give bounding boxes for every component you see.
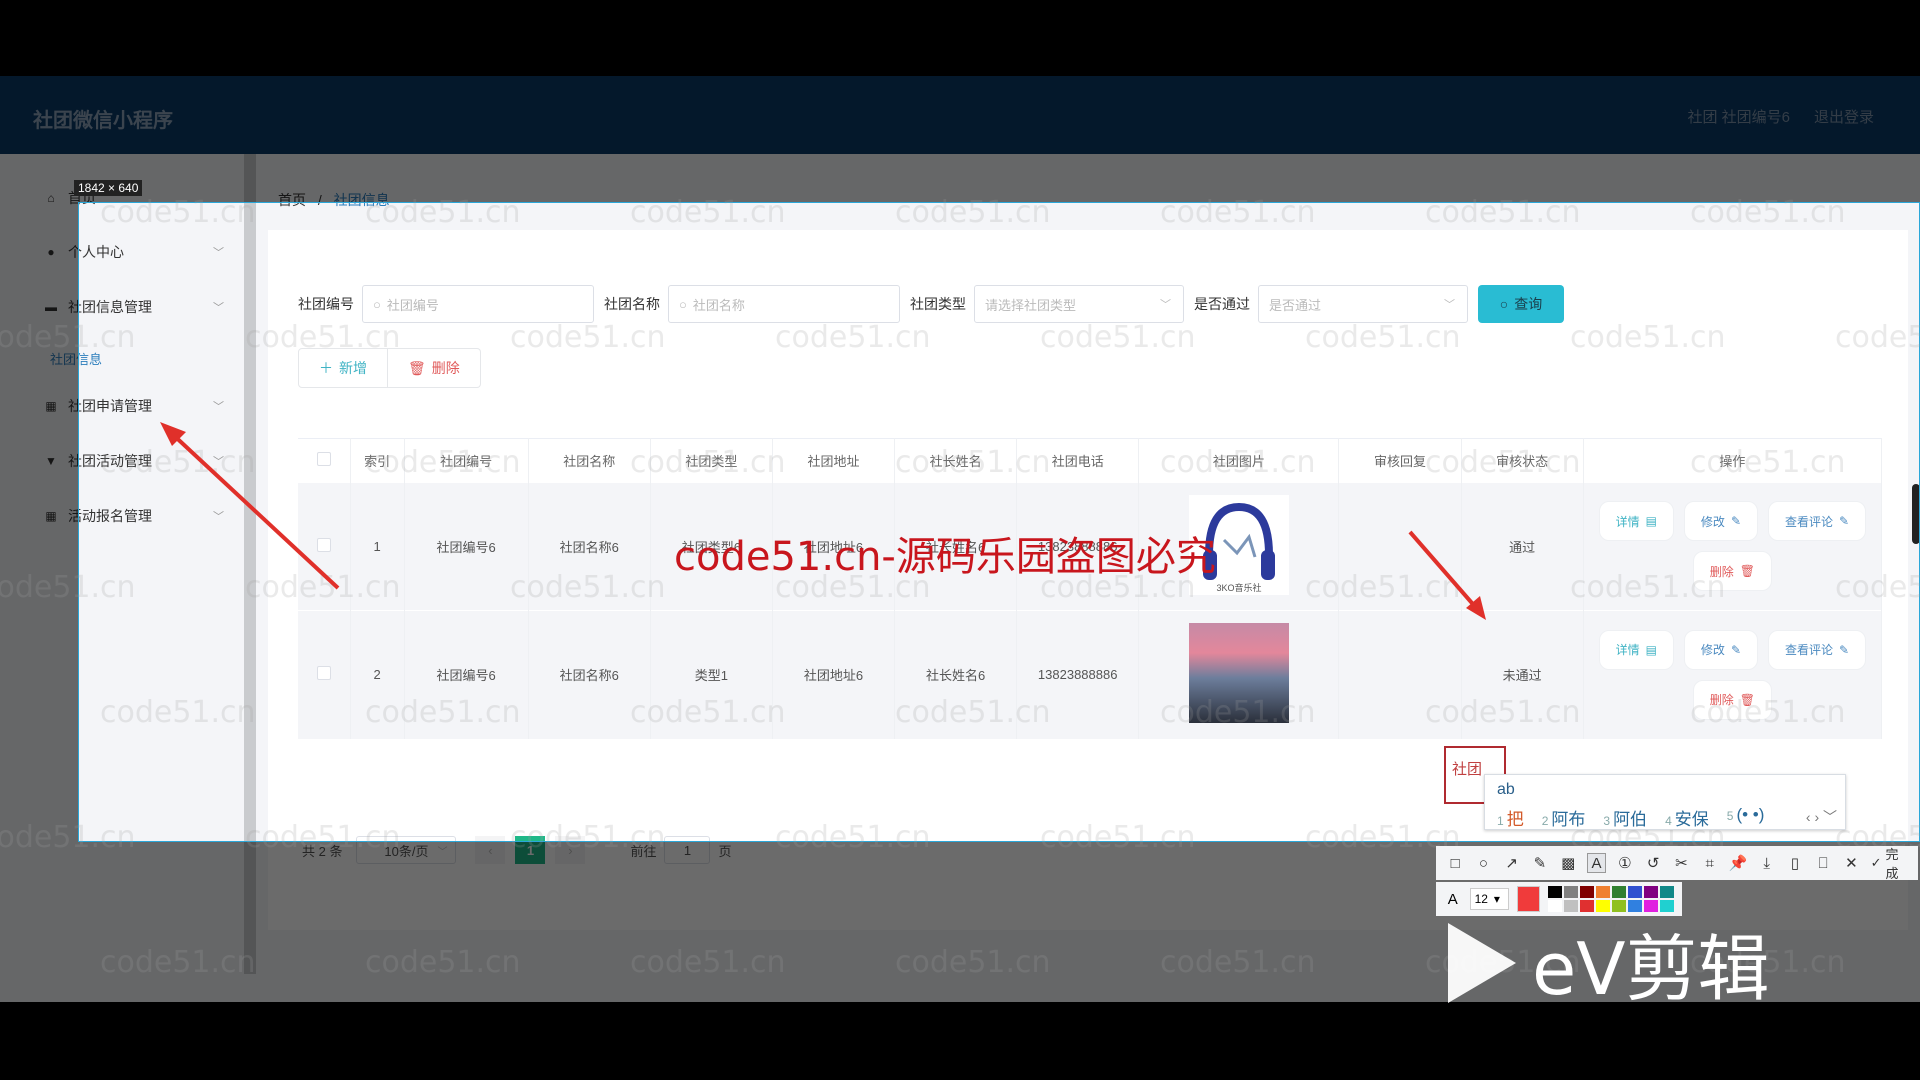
undo-icon[interactable]: ↺ [1644,853,1662,873]
color-swatch[interactable] [1548,886,1562,898]
done-label: 完成 [1885,847,1899,881]
check-icon: ✓ [1870,855,1882,870]
ime-candidate[interactable]: 2 阿布 [1542,805,1586,830]
ime-page-nav[interactable]: ‹ › ﹀ [1806,807,1837,827]
screen: 社团微信小程序 社团 社团编号6 退出登录 ⌂ 首页 ● 个人中心 ﹀ ▬ 社团… [0,0,1920,1080]
ocr-icon[interactable]: ⌗ [1701,853,1719,873]
color-swatch[interactable] [1644,886,1658,898]
ime-candidate[interactable]: 1把 [1497,805,1524,830]
done-button[interactable]: ✓ 完成 [1871,844,1908,882]
mosaic-tool-icon[interactable]: ▩ [1559,853,1577,873]
current-color-swatch[interactable] [1516,886,1540,912]
ime-candidate[interactable]: 4 安保 [1665,805,1709,830]
ime-candidates: 1把 2 阿布 3 阿伯 4 安保 5 (• •) [1497,805,1764,830]
capture-dim-left [0,202,78,842]
arrow-tool-icon[interactable]: ↗ [1503,853,1521,873]
color-swatch[interactable] [1564,886,1578,898]
close-icon[interactable]: ✕ [1842,853,1860,873]
bookmark-icon[interactable]: ⎕ [1814,853,1832,873]
font-icon: A [1447,890,1458,908]
candidate-num: 3 [1603,814,1611,828]
selection-size-label: 1842 × 640 [74,180,143,196]
color-swatch[interactable] [1660,886,1674,898]
color-swatch[interactable] [1612,886,1626,898]
candidate-text: 阿布 [1551,810,1586,829]
ime-composition: ab [1497,781,1515,798]
candidate-num: 4 [1665,814,1672,828]
ellipse-tool-icon[interactable]: ○ [1474,853,1492,873]
play-icon [1448,922,1516,1003]
candidate-text: 安保 [1674,810,1709,829]
capture-selection[interactable] [78,202,1920,842]
capture-dim-top [0,76,1920,202]
download-icon[interactable]: ⤓ [1758,853,1776,873]
ime-candidate[interactable]: 5 (• •) [1727,805,1765,830]
candidate-text: (• •) [1736,805,1765,824]
big-watermark: code51.cn-源码乐园盗图必究 [674,534,1216,580]
number-tool-icon[interactable]: ① [1616,853,1634,873]
pin-icon[interactable]: 📌 [1729,853,1748,873]
color-swatch[interactable] [1580,886,1594,898]
ai-cutout-icon[interactable]: ✂ [1672,853,1690,873]
brand-text: eV剪辑 [1532,927,1770,1011]
candidate-text: 把 [1506,810,1524,829]
text-tool-icon[interactable]: A [1587,853,1606,873]
caret-down-icon: ▾ [1493,892,1500,906]
candidate-num: 5 [1726,809,1734,823]
candidate-num: 2 [1541,814,1549,828]
ev-brand-watermark: eV剪辑 [1448,910,1770,1015]
ime-candidate[interactable]: 3 阿伯 [1603,805,1647,830]
candidate-text: 阿伯 [1613,810,1648,829]
capture-toolbar: □ ○ ↗ ✎ ▩ A ① ↺ ✂ ⌗ 📌 ⤓ ▯ ⎕ ✕ ✓ 完成 [1436,844,1918,882]
ime-candidate-window: ab 1把 2 阿布 3 阿伯 4 安保 5 (• •) ‹ › ﹀ [1484,774,1846,830]
color-swatch[interactable] [1596,886,1610,898]
font-size-value: 12 [1474,892,1488,906]
pen-tool-icon[interactable]: ✎ [1531,853,1549,873]
long-screenshot-icon[interactable]: ▯ [1786,853,1804,873]
color-swatch[interactable] [1628,886,1642,898]
rectangle-tool-icon[interactable]: □ [1446,853,1464,873]
candidate-num: 1 [1497,814,1504,828]
color-palette [1548,886,1674,912]
font-size-select[interactable]: 12 ▾ [1469,888,1509,910]
